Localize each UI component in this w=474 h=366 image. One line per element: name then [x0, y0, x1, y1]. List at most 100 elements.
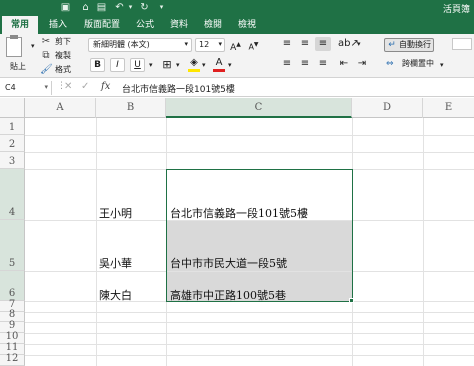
- underline-dropdown-icon[interactable]: ▾: [149, 61, 153, 69]
- italic-button[interactable]: I: [110, 58, 125, 72]
- increase-font-icon[interactable]: A▲: [229, 38, 242, 55]
- gridline: [25, 333, 474, 334]
- tab-formulas[interactable]: 公式: [132, 16, 158, 34]
- clipboard-clip-icon: [10, 35, 18, 39]
- formula-bar: C4 ▾ ⋮ ✕ ✓ fx 台北市信義路一段101號5樓: [0, 79, 474, 97]
- gridline: [25, 135, 474, 136]
- app-title: 活頁簿: [442, 5, 470, 15]
- tab-insert[interactable]: 插入: [44, 16, 72, 34]
- home-icon[interactable]: ⌂: [80, 2, 91, 13]
- undo-dropdown-icon[interactable]: ▾: [125, 2, 136, 13]
- gridline: [25, 312, 474, 313]
- cell-b5[interactable]: 吳小華: [99, 255, 132, 271]
- cell-b6[interactable]: 陳大白: [99, 287, 132, 303]
- name-box-value: C4: [5, 83, 16, 92]
- redo-icon[interactable]: ↻: [139, 2, 150, 13]
- selection-border: [166, 169, 353, 302]
- bold-button[interactable]: B: [90, 58, 105, 72]
- borders-icon[interactable]: ⊞: [160, 58, 174, 72]
- row-header-1[interactable]: 1: [0, 118, 25, 135]
- function-icon[interactable]: fx: [101, 81, 110, 92]
- cell-b4[interactable]: 王小明: [99, 205, 132, 221]
- tab-page-layout[interactable]: 版面配置: [80, 16, 124, 34]
- orientation-dropdown-icon[interactable]: ▾: [357, 40, 361, 48]
- fill-color-swatch: [188, 69, 200, 72]
- copy-label[interactable]: 複製: [55, 50, 71, 62]
- row-header-2[interactable]: 2: [0, 135, 25, 152]
- font-size-select[interactable]: 12 ▾: [195, 38, 225, 52]
- font-color-icon[interactable]: A: [213, 56, 225, 70]
- cancel-icon[interactable]: ✕: [64, 81, 72, 92]
- select-all-corner[interactable]: [0, 98, 25, 118]
- increase-indent-icon[interactable]: ⇥: [354, 57, 370, 71]
- tab-view[interactable]: 檢視: [234, 16, 260, 34]
- align-right-icon[interactable]: ≡: [315, 57, 331, 71]
- tab-home[interactable]: 常用: [2, 16, 38, 34]
- title-bar: ▣ ⌂ ▤ ↶ ▾ ↻ ▾ 活頁簿: [0, 0, 474, 16]
- column-header-b[interactable]: B: [96, 98, 166, 118]
- ribbon-tab-bar: 常用 插入 版面配置 公式 資料 檢閱 檢視: [0, 16, 474, 34]
- align-center-icon[interactable]: ≡: [297, 57, 313, 71]
- format-painter-icon[interactable]: 🖌: [40, 63, 53, 77]
- fill-color-dropdown-icon[interactable]: ▾: [202, 61, 206, 69]
- paste-icon[interactable]: [6, 37, 22, 57]
- fill-handle[interactable]: [349, 298, 354, 303]
- fill-color-icon[interactable]: ◈: [188, 56, 200, 70]
- borders-dropdown-icon[interactable]: ▾: [176, 61, 180, 69]
- underline-button[interactable]: U: [130, 58, 145, 72]
- wrap-text-label: 自動換行: [399, 40, 431, 49]
- row-header-12[interactable]: 12: [0, 353, 25, 366]
- gridline: [25, 344, 474, 345]
- gridline: [96, 118, 97, 366]
- undo-icon[interactable]: ↶: [114, 2, 125, 13]
- font-color-dropdown-icon[interactable]: ▾: [228, 61, 232, 69]
- paste-label[interactable]: 貼上: [10, 61, 26, 73]
- decrease-font-icon[interactable]: A▼: [247, 38, 260, 55]
- font-color-swatch: [213, 69, 225, 72]
- save-icon[interactable]: ▤: [96, 2, 107, 13]
- align-top-icon[interactable]: ≡: [279, 37, 295, 51]
- row-header-6[interactable]: 6: [0, 271, 25, 301]
- gridline: [25, 152, 474, 153]
- enter-icon[interactable]: ✓: [81, 81, 89, 92]
- align-bottom-icon[interactable]: ≡: [315, 37, 331, 51]
- column-header-e[interactable]: E: [423, 98, 474, 118]
- column-header-c[interactable]: C: [166, 98, 352, 118]
- cut-label[interactable]: 剪下: [55, 36, 71, 48]
- font-name-select[interactable]: 新細明體 (本文) ▾: [88, 38, 192, 52]
- sidebar-toggle-icon[interactable]: ▣: [60, 2, 71, 13]
- chevron-down-icon: ▾: [184, 40, 188, 48]
- paste-dropdown-icon[interactable]: ▾: [31, 42, 35, 50]
- font-name-value: 新細明體 (本文): [93, 40, 150, 49]
- merge-center-label[interactable]: 跨欄置中: [402, 58, 434, 70]
- gridline: [423, 118, 424, 366]
- row-header-4[interactable]: 4: [0, 169, 25, 220]
- gridline: [25, 322, 474, 323]
- number-format-select[interactable]: [452, 38, 472, 50]
- formula-input[interactable]: 台北市信義路一段101號5樓: [122, 82, 235, 95]
- chevron-down-icon: ▾: [44, 83, 48, 91]
- column-header-a[interactable]: A: [25, 98, 96, 118]
- column-header-d[interactable]: D: [352, 98, 423, 118]
- gridline: [25, 355, 474, 356]
- scissors-icon[interactable]: ✂: [40, 35, 52, 49]
- merge-dropdown-icon[interactable]: ▾: [440, 61, 444, 69]
- ribbon: 貼上 ▾ ✂ 剪下 ⧉ 複製 🖌 格式 新細明體 (本文) ▾ 12 ▾ A▲ …: [0, 34, 474, 78]
- wrap-text-button[interactable]: ↵ 自動換行: [384, 38, 434, 52]
- wrap-text-icon: ↵: [388, 40, 396, 50]
- row-header-3[interactable]: 3: [0, 152, 25, 169]
- name-box[interactable]: C4 ▾: [2, 81, 52, 95]
- font-size-value: 12: [199, 40, 210, 49]
- customize-toolbar-icon[interactable]: ▾: [156, 2, 167, 13]
- orientation-icon[interactable]: ab↗: [338, 37, 359, 51]
- copy-icon[interactable]: ⧉: [40, 49, 52, 63]
- chevron-down-icon: ▾: [218, 40, 222, 48]
- format-painter-label[interactable]: 格式: [55, 64, 71, 76]
- align-middle-icon[interactable]: ≡: [297, 37, 313, 51]
- row-header-5[interactable]: 5: [0, 220, 25, 271]
- tab-review[interactable]: 檢閱: [200, 16, 226, 34]
- align-left-icon[interactable]: ≡: [279, 57, 295, 71]
- tab-data[interactable]: 資料: [166, 16, 192, 34]
- merge-center-icon[interactable]: ⇔: [386, 59, 398, 69]
- decrease-indent-icon[interactable]: ⇤: [336, 57, 352, 71]
